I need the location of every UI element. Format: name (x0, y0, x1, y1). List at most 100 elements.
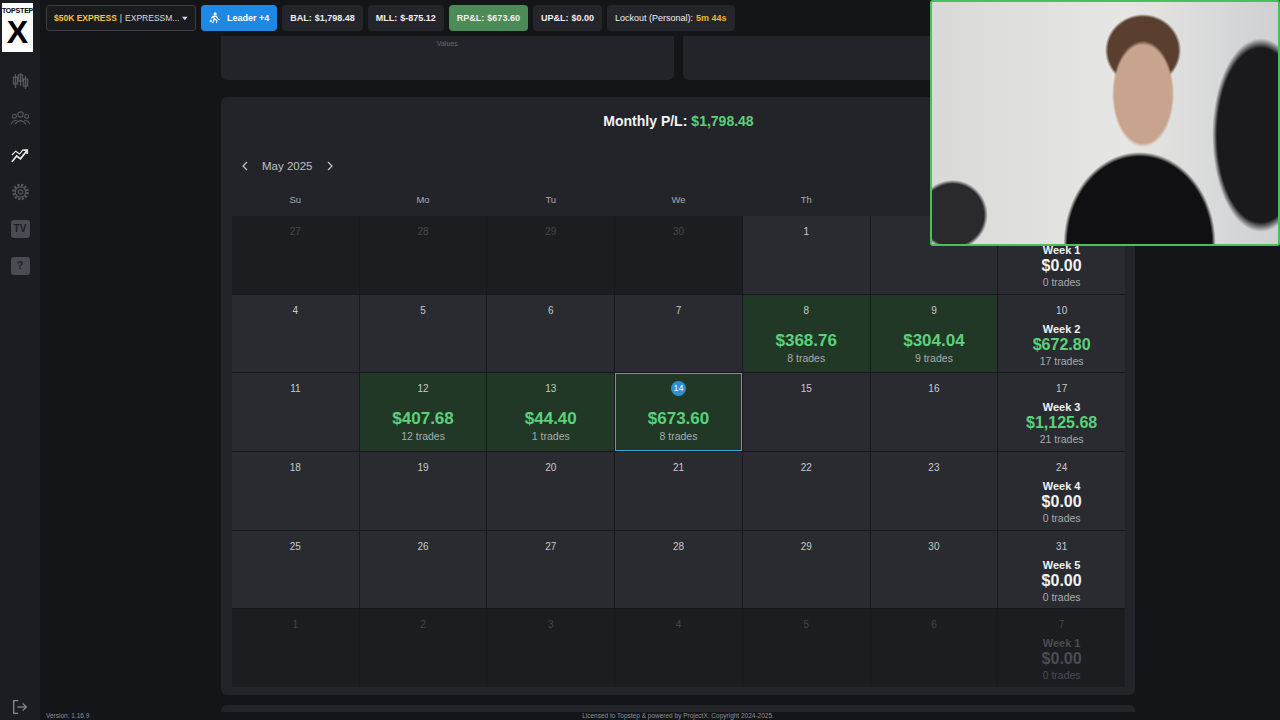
sidebar-item[interactable]: TV (8, 218, 32, 239)
day-trades: 9 trades (915, 351, 953, 365)
day-number: 4 (288, 303, 303, 318)
calendar-day[interactable]: 11 (232, 373, 359, 451)
calendar-day[interactable]: 6 (871, 609, 998, 687)
day-number: 20 (543, 460, 558, 475)
day-trades: 8 trades (660, 429, 698, 443)
calendar-day[interactable]: 19 (360, 452, 487, 530)
week-summary-cell[interactable]: 17Week 3$1,125.6821 trades (998, 373, 1125, 451)
tv-icon: TV (11, 220, 30, 238)
account-separator: | (120, 13, 122, 23)
account-name: $50K EXPRESS (54, 13, 117, 23)
summary-card: Values (221, 36, 674, 80)
day-number: 5 (416, 303, 431, 318)
stat-label: Lockout (Personal): (615, 13, 693, 23)
calendar-day[interactable]: 26 (360, 531, 487, 609)
weekday-label: We (615, 190, 742, 210)
logout-button[interactable] (10, 698, 30, 718)
leader-button[interactable]: Leader +4 (201, 5, 277, 31)
calendar-day[interactable]: 30 (615, 216, 742, 294)
day-number: 4 (671, 617, 686, 632)
stat-value: $0.00 (571, 13, 594, 23)
calendar-day[interactable]: 21 (615, 452, 742, 530)
day-number: 25 (288, 539, 303, 554)
calendar-day[interactable]: 22 (743, 452, 870, 530)
sidebar-item[interactable]: ? (8, 255, 32, 276)
logout-icon (11, 698, 29, 716)
calendar-day[interactable]: 15 (743, 373, 870, 451)
day-number: 8 (799, 303, 814, 318)
trend-analysis-icon (10, 145, 31, 165)
next-month-button[interactable] (325, 159, 335, 173)
day-number: 18 (288, 460, 303, 475)
calendar-day[interactable]: 5 (360, 295, 487, 373)
day-trades: 12 trades (401, 429, 445, 443)
day-pnl: $407.68 (392, 409, 453, 429)
calendar-day[interactable]: 1 (743, 216, 870, 294)
calendar-day[interactable]: 4 (615, 609, 742, 687)
calendar-day[interactable]: 16 (871, 373, 998, 451)
users-icon (10, 108, 31, 128)
candlestick-chart-icon (10, 71, 31, 91)
week-summary-cell[interactable]: 24Week 4$0.000 trades (998, 452, 1125, 530)
day-number: 27 (288, 224, 303, 239)
week-summary-cell[interactable]: 10Week 2$672.8017 trades (998, 295, 1125, 373)
calendar-day[interactable]: 27 (232, 216, 359, 294)
logo-mark: X (7, 15, 28, 49)
week-pnl: $1,125.68 (1026, 414, 1097, 432)
calendar-day[interactable]: 20 (487, 452, 614, 530)
footer-text: Licensed to Topstep & powered by Project… (221, 712, 1135, 720)
calendar-day[interactable]: 14$673.608 trades (615, 373, 742, 451)
day-number: 6 (926, 617, 941, 632)
sidebar-item[interactable] (8, 181, 32, 202)
gear-icon (10, 182, 31, 202)
week-label: Week 4 (1043, 479, 1081, 493)
stat-pill: MLL:$-875.12 (368, 5, 444, 31)
calendar-day[interactable]: 6 (487, 295, 614, 373)
day-trades: 1 trades (532, 429, 570, 443)
day-number: 19 (416, 460, 431, 475)
stat-label: RP&L: (457, 13, 485, 23)
prev-month-button[interactable] (240, 159, 250, 173)
weekday-label: Th (743, 190, 870, 210)
calendar-day[interactable]: 4 (232, 295, 359, 373)
calendar-day[interactable]: 7 (615, 295, 742, 373)
calendar-day[interactable]: 5 (743, 609, 870, 687)
logo[interactable]: TOPSTEPX (2, 3, 33, 52)
webcam-video (930, 0, 1280, 246)
sidebar-item[interactable] (8, 107, 32, 128)
calendar-day[interactable]: 29 (743, 531, 870, 609)
account-dropdown[interactable]: $50K EXPRESS|EXPRESSM... (46, 5, 196, 31)
calendar-day[interactable]: 12 $407.6812 trades (360, 373, 487, 451)
week-label: Week 2 (1043, 322, 1081, 336)
calendar-day[interactable]: 1 (232, 609, 359, 687)
calendar-day[interactable]: 28 (615, 531, 742, 609)
calendar-day[interactable]: 28 (360, 216, 487, 294)
calendar-day[interactable]: 23 (871, 452, 998, 530)
calendar-day[interactable]: 8$368.768 trades (743, 295, 870, 373)
calendar-day[interactable]: 2 (360, 609, 487, 687)
help-icon: ? (11, 257, 30, 275)
week-label: Week 5 (1043, 558, 1081, 572)
calendar-day[interactable]: 9$304.049 trades (871, 295, 998, 373)
week-label: Week 3 (1043, 400, 1081, 414)
sidebar-item[interactable] (8, 144, 32, 165)
sidebar-item[interactable] (8, 70, 32, 91)
day-number: 3 (543, 617, 558, 632)
calendar-day[interactable]: 13$44.401 trades (487, 373, 614, 451)
chevron-right-icon (327, 161, 333, 171)
day-number: 12 (416, 381, 431, 396)
day-number: 26 (416, 539, 431, 554)
day-number: 29 (543, 224, 558, 239)
stat-value: $-875.12 (400, 13, 436, 23)
week-trades: 0 trades (1043, 668, 1081, 682)
calendar-day[interactable]: 25 (232, 531, 359, 609)
calendar-day[interactable]: 27 (487, 531, 614, 609)
day-number: 30 (671, 224, 686, 239)
week-summary-cell[interactable]: 7Week 1$0.000 trades (998, 609, 1125, 687)
calendar-day[interactable]: 18 (232, 452, 359, 530)
day-number: 28 (671, 539, 686, 554)
calendar-day[interactable]: 29 (487, 216, 614, 294)
calendar-day[interactable]: 30 (871, 531, 998, 609)
calendar-day[interactable]: 3 (487, 609, 614, 687)
week-summary-cell[interactable]: 31Week 5$0.000 trades (998, 531, 1125, 609)
